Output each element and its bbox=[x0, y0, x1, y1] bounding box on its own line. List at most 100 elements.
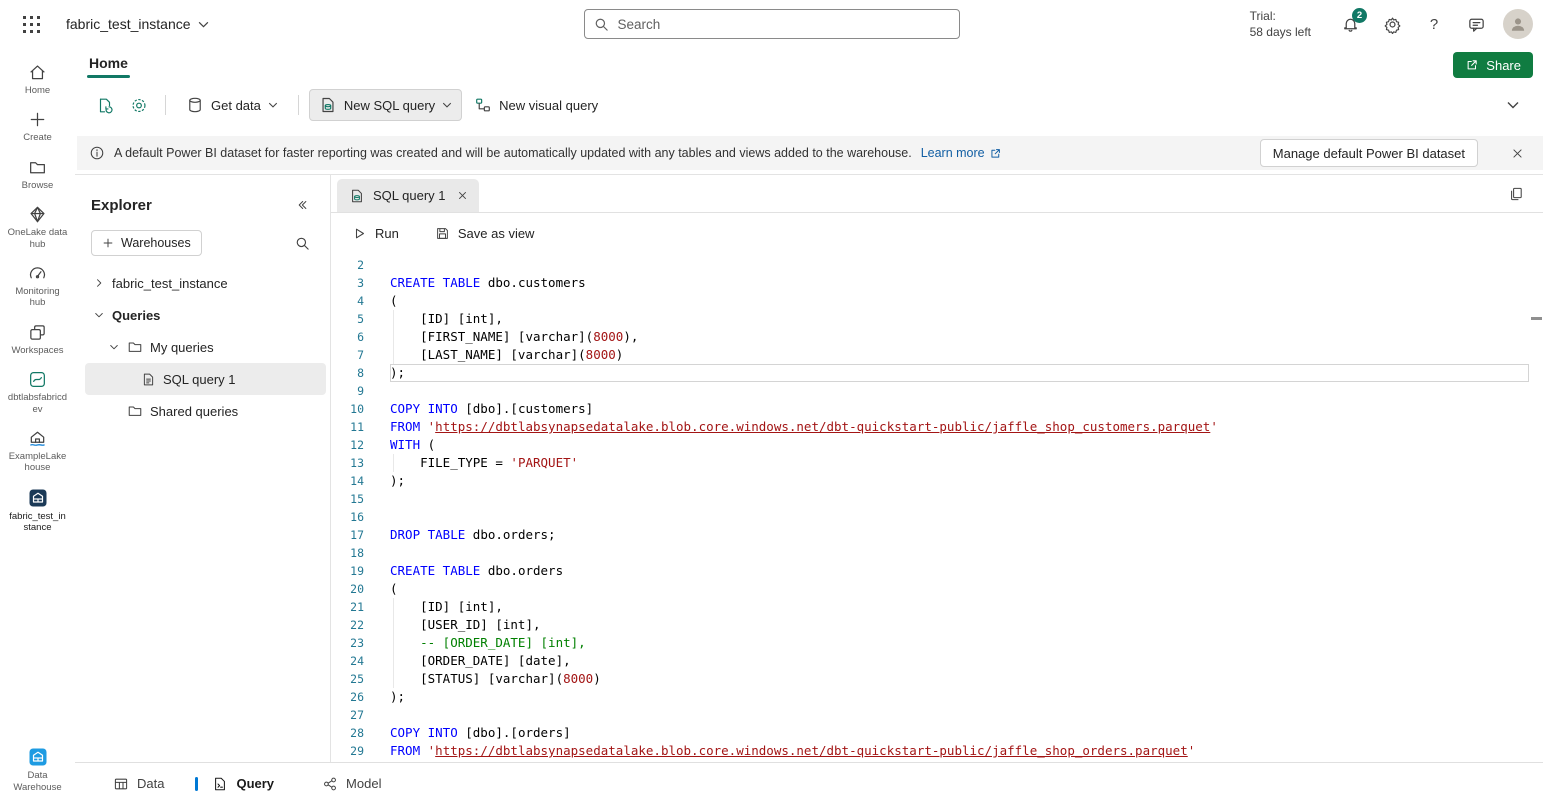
tree-item-sql-query-1[interactable]: SQL query 1 bbox=[85, 363, 326, 395]
save-as-view-button[interactable]: Save as view bbox=[426, 218, 544, 248]
new-item-button[interactable] bbox=[89, 89, 121, 121]
copy-button[interactable] bbox=[1501, 179, 1531, 209]
code-line[interactable]: 11FROM 'https://dbtlabsynapsedatalake.bl… bbox=[331, 418, 1543, 436]
chevron-down-icon bbox=[198, 21, 209, 28]
nav-item-onelake-data-hub[interactable]: OneLake data hub bbox=[0, 198, 75, 257]
tab-sql-query-1[interactable]: SQL query 1 bbox=[337, 179, 479, 212]
user-avatar[interactable] bbox=[1503, 9, 1533, 39]
feedback-icon bbox=[1467, 15, 1486, 34]
code-line[interactable]: 6 [FIRST_NAME] [varchar](8000), bbox=[331, 328, 1543, 346]
new-sql-query-label: New SQL query bbox=[344, 98, 435, 113]
new-sql-query-button[interactable]: New SQL query bbox=[309, 89, 462, 121]
feedback-button[interactable] bbox=[1459, 7, 1493, 41]
nav-item-monitoring-hub[interactable]: Monitoring hub bbox=[0, 257, 75, 316]
code-line[interactable]: 20( bbox=[331, 580, 1543, 598]
code-line[interactable]: 23 -- [ORDER_DATE] [int], bbox=[331, 634, 1543, 652]
tab-close-button[interactable] bbox=[454, 187, 471, 204]
code-line[interactable]: 15 bbox=[331, 490, 1543, 508]
learn-more-link[interactable]: Learn more bbox=[921, 146, 1002, 160]
workspace-switcher-label: fabric_test_instance bbox=[66, 16, 191, 32]
code-line[interactable]: 24 [ORDER_DATE] [date], bbox=[331, 652, 1543, 670]
share-button[interactable]: Share bbox=[1453, 52, 1533, 78]
code-line[interactable]: 28COPY INTO [dbo].[orders] bbox=[331, 724, 1543, 742]
view-tab-data[interactable]: Data bbox=[107, 775, 170, 793]
tree-item-warehouse[interactable]: fabric_test_instance bbox=[85, 267, 326, 299]
code-line[interactable]: 19CREATE TABLE dbo.orders bbox=[331, 562, 1543, 580]
code-line[interactable]: 22 [USER_ID] [int], bbox=[331, 616, 1543, 634]
code-line[interactable]: 12WITH ( bbox=[331, 436, 1543, 454]
nav-item-data-warehouse[interactable]: Data Warehouse bbox=[0, 740, 75, 800]
nav-item-fabric-test-instance[interactable]: fabric_test_instance bbox=[0, 481, 75, 541]
query-editor-panel: SQL query 1 Run bbox=[330, 175, 1543, 762]
explorer-header: Explorer bbox=[75, 181, 330, 223]
add-warehouses-button[interactable]: Warehouses bbox=[91, 230, 202, 256]
tree-item-queries[interactable]: Queries bbox=[85, 299, 326, 331]
explorer-collapse-button[interactable] bbox=[288, 191, 316, 219]
line-number: 6 bbox=[331, 328, 364, 346]
code-line[interactable]: 16 bbox=[331, 508, 1543, 526]
explorer-search-button[interactable] bbox=[288, 229, 316, 257]
code-line[interactable]: 10COPY INTO [dbo].[customers] bbox=[331, 400, 1543, 418]
nav-item-home[interactable]: Home bbox=[0, 56, 75, 103]
code-line[interactable]: 5 [ID] [int], bbox=[331, 310, 1543, 328]
notifications-button[interactable]: 2 bbox=[1333, 7, 1367, 41]
nav-item-dbtlabsfabricdev[interactable]: dbtlabsfabricdev bbox=[0, 363, 75, 422]
view-tab-model[interactable]: Model bbox=[316, 775, 387, 793]
nav-item-browse[interactable]: Browse bbox=[0, 151, 75, 198]
nav-item-examplelakehouse[interactable]: ExampleLakehouse bbox=[0, 422, 75, 481]
code-line[interactable]: 9 bbox=[331, 382, 1543, 400]
get-data-button[interactable]: Get data bbox=[176, 89, 288, 121]
share-button-label: Share bbox=[1486, 58, 1521, 73]
info-icon bbox=[89, 145, 105, 161]
run-button[interactable]: Run bbox=[343, 218, 408, 248]
code-line[interactable]: 26); bbox=[331, 688, 1543, 706]
code-line[interactable]: 17DROP TABLE dbo.orders; bbox=[331, 526, 1543, 544]
visual-query-icon bbox=[474, 96, 492, 114]
settings-button[interactable] bbox=[1375, 7, 1409, 41]
code-line[interactable]: 29FROM 'https://dbtlabsynapsedatalake.bl… bbox=[331, 742, 1543, 760]
code-line[interactable]: 25 [STATUS] [varchar](8000) bbox=[331, 670, 1543, 688]
nav-item-workspaces[interactable]: Workspaces bbox=[0, 316, 75, 363]
help-button[interactable]: ? bbox=[1417, 7, 1451, 41]
workspace-switcher[interactable]: fabric_test_instance bbox=[58, 10, 217, 38]
plus-icon bbox=[102, 237, 114, 249]
code-line[interactable]: 7 [LAST_NAME] [varchar](8000) bbox=[331, 346, 1543, 364]
code-line[interactable]: 18 bbox=[331, 544, 1543, 562]
banner-close-button[interactable] bbox=[1503, 139, 1531, 167]
tree-item-shared-queries[interactable]: Shared queries bbox=[85, 395, 326, 427]
nav-item-create[interactable]: Create bbox=[0, 103, 75, 150]
double-chevron-left-icon bbox=[295, 198, 309, 212]
code-line[interactable]: 2 bbox=[331, 256, 1543, 274]
new-visual-query-button[interactable]: New visual query bbox=[464, 89, 608, 121]
copy-icon bbox=[1508, 186, 1524, 202]
toolbar-collapse-button[interactable] bbox=[1497, 89, 1529, 121]
manage-default-dataset-button[interactable]: Manage default Power BI dataset bbox=[1260, 139, 1478, 167]
line-code: [ID] [int], bbox=[390, 310, 1529, 328]
code-line[interactable]: 27 bbox=[331, 706, 1543, 724]
trial-status: Trial: 58 days left bbox=[1250, 8, 1311, 40]
search-input[interactable] bbox=[616, 16, 950, 33]
code-line[interactable]: 3CREATE TABLE dbo.customers bbox=[331, 274, 1543, 292]
sql-query-icon bbox=[141, 372, 156, 387]
play-icon bbox=[352, 226, 367, 241]
toolbar-settings-button[interactable] bbox=[123, 89, 155, 121]
tab-home[interactable]: Home bbox=[85, 50, 132, 80]
workspaces-icon bbox=[28, 323, 47, 342]
code-line[interactable]: 14); bbox=[331, 472, 1543, 490]
folder-icon bbox=[127, 403, 143, 419]
code-line[interactable]: 4( bbox=[331, 292, 1543, 310]
sql-code-editor[interactable]: 23CREATE TABLE dbo.customers4(5 [ID] [in… bbox=[331, 253, 1543, 762]
tab-home-label: Home bbox=[89, 55, 128, 71]
editor-scrollbar[interactable] bbox=[1530, 253, 1543, 762]
tree-item-my-queries[interactable]: My queries bbox=[85, 331, 326, 363]
view-tab-query[interactable]: Query bbox=[206, 775, 280, 793]
content-column: Home Share Get data Ne bbox=[75, 48, 1543, 804]
app-launcher-button[interactable] bbox=[12, 5, 50, 43]
external-link-icon bbox=[989, 147, 1002, 160]
line-number: 5 bbox=[331, 310, 364, 328]
line-number: 8 bbox=[331, 364, 364, 382]
code-line[interactable]: 8); bbox=[331, 364, 1543, 382]
code-line[interactable]: 21 [ID] [int], bbox=[331, 598, 1543, 616]
line-number: 23 bbox=[331, 634, 364, 652]
code-line[interactable]: 13 FILE_TYPE = 'PARQUET' bbox=[331, 454, 1543, 472]
